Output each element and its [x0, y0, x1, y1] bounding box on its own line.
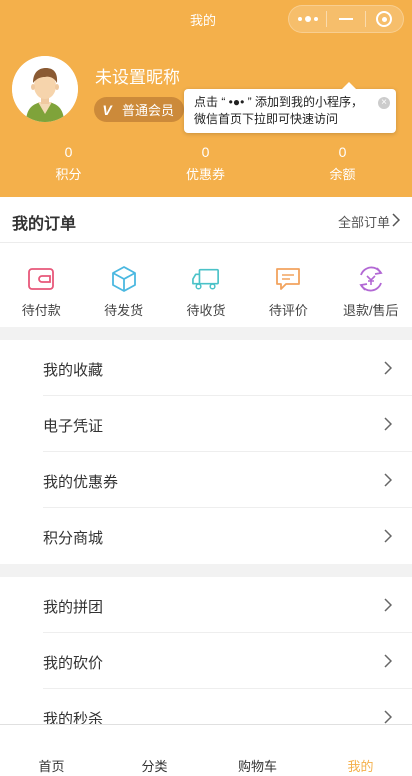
order-status-label: 待付款 — [21, 303, 61, 318]
view-all-orders-link[interactable]: 全部订单 — [338, 212, 390, 231]
minimize-button[interactable] — [327, 6, 364, 32]
menu-item-points-mall[interactable]: 积分商城 — [0, 508, 412, 564]
order-to-ship[interactable]: 待发货 — [82, 243, 164, 327]
user-avatar-icon — [12, 56, 78, 122]
wallet-icon — [27, 265, 55, 293]
menu-group-activities: 我的拼团 我的砍价 我的秒杀 — [0, 577, 412, 724]
vip-icon: V — [102, 101, 112, 118]
order-status-label: 待收货 — [186, 303, 226, 318]
minus-icon — [338, 18, 353, 20]
chevron-right-icon — [384, 473, 392, 487]
stat-balance[interactable]: 0 余额 — [274, 144, 411, 183]
menu-item-label: 我的优惠券 — [43, 474, 119, 491]
chevron-right-icon — [384, 529, 392, 543]
more-dots-icon — [297, 16, 318, 22]
nickname[interactable]: 未设置昵称 — [95, 63, 180, 88]
menu-item-flash-sale[interactable]: 我的秒杀 — [0, 689, 412, 724]
stat-label: 优惠券 — [185, 167, 225, 182]
member-level-label: 普通会员 — [122, 103, 175, 118]
tab-mine[interactable]: 我的 — [309, 725, 412, 776]
truck-icon — [192, 265, 220, 293]
chevron-right-icon — [384, 710, 392, 724]
menu-item-e-voucher[interactable]: 电子凭证 — [0, 396, 412, 452]
menu-group-services: 我的收藏 电子凭证 我的优惠券 积分商城 — [0, 340, 412, 564]
stat-points[interactable]: 0 积分 — [0, 144, 137, 183]
refund-icon — [357, 265, 385, 293]
order-status-label: 待发货 — [104, 303, 144, 318]
stat-label: 积分 — [55, 167, 82, 182]
menu-item-favorites[interactable]: 我的收藏 — [0, 340, 412, 396]
tooltip-text: 点击 “ •●• ” 添加到我的小程序，微信首页下拉即可快速访问 — [194, 95, 363, 126]
menu-item-label: 电子凭证 — [43, 418, 104, 435]
bottom-tab-bar: 首页 分类 购物车 我的 — [0, 724, 412, 776]
order-refund-aftersale[interactable]: 退款/售后 — [330, 243, 412, 327]
chevron-right-icon — [384, 598, 392, 612]
tab-home[interactable]: 首页 — [0, 725, 103, 776]
box-icon — [110, 265, 138, 293]
menu-item-label: 我的砍价 — [43, 655, 104, 672]
menu-item-group-buy[interactable]: 我的拼团 — [0, 577, 412, 633]
member-badge[interactable]: V 普通会员 — [94, 97, 185, 122]
avatar[interactable] — [12, 56, 78, 122]
chevron-right-icon — [384, 654, 392, 668]
comment-icon — [274, 265, 302, 293]
menu-item-my-coupons[interactable]: 我的优惠券 — [0, 452, 412, 508]
target-icon — [376, 11, 393, 27]
order-status-label: 待评价 — [268, 303, 308, 318]
stat-value: 0 — [64, 144, 73, 160]
orders-header: 我的订单 全部订单 — [0, 197, 412, 243]
menu-item-bargain[interactable]: 我的砍价 — [0, 633, 412, 689]
order-to-review[interactable]: 待评价 — [247, 243, 329, 327]
tooltip-close-icon[interactable]: × — [378, 97, 390, 109]
chevron-right-icon — [384, 417, 392, 431]
miniprogram-capsule — [288, 5, 404, 33]
order-to-receive[interactable]: 待收货 — [165, 243, 247, 327]
order-status-row: 待付款 待发货 待收货 待评价 退款/售后 — [0, 243, 412, 327]
stat-value: 0 — [338, 144, 347, 160]
menu-item-label: 我的拼团 — [43, 599, 104, 616]
orders-title: 我的订单 — [12, 216, 77, 233]
stat-label: 余额 — [329, 167, 356, 182]
account-stats: 0 积分 0 优惠券 0 余额 — [0, 144, 412, 183]
add-to-miniprogram-tooltip: 点击 “ •●• ” 添加到我的小程序，微信首页下拉即可快速访问 × — [184, 82, 396, 133]
close-miniprogram-button[interactable] — [366, 6, 403, 32]
more-menu-button[interactable] — [289, 6, 326, 32]
profile-header: 我的 未设置昵称 V 普通会员 点击 “ •●• ” 添加到我的小程序，微信首页… — [0, 0, 412, 197]
stat-value: 0 — [201, 144, 210, 160]
tab-cart[interactable]: 购物车 — [206, 725, 309, 776]
menu-item-label: 我的秒杀 — [43, 711, 104, 724]
order-pending-payment[interactable]: 待付款 — [0, 243, 82, 327]
menu-item-label: 我的收藏 — [43, 362, 104, 379]
chevron-right-icon — [384, 361, 392, 375]
order-status-label: 退款/售后 — [342, 303, 399, 318]
chevron-right-icon — [392, 213, 400, 227]
tab-category[interactable]: 分类 — [103, 725, 206, 776]
stat-coupons[interactable]: 0 优惠券 — [137, 144, 274, 183]
menu-item-label: 积分商城 — [43, 530, 104, 547]
